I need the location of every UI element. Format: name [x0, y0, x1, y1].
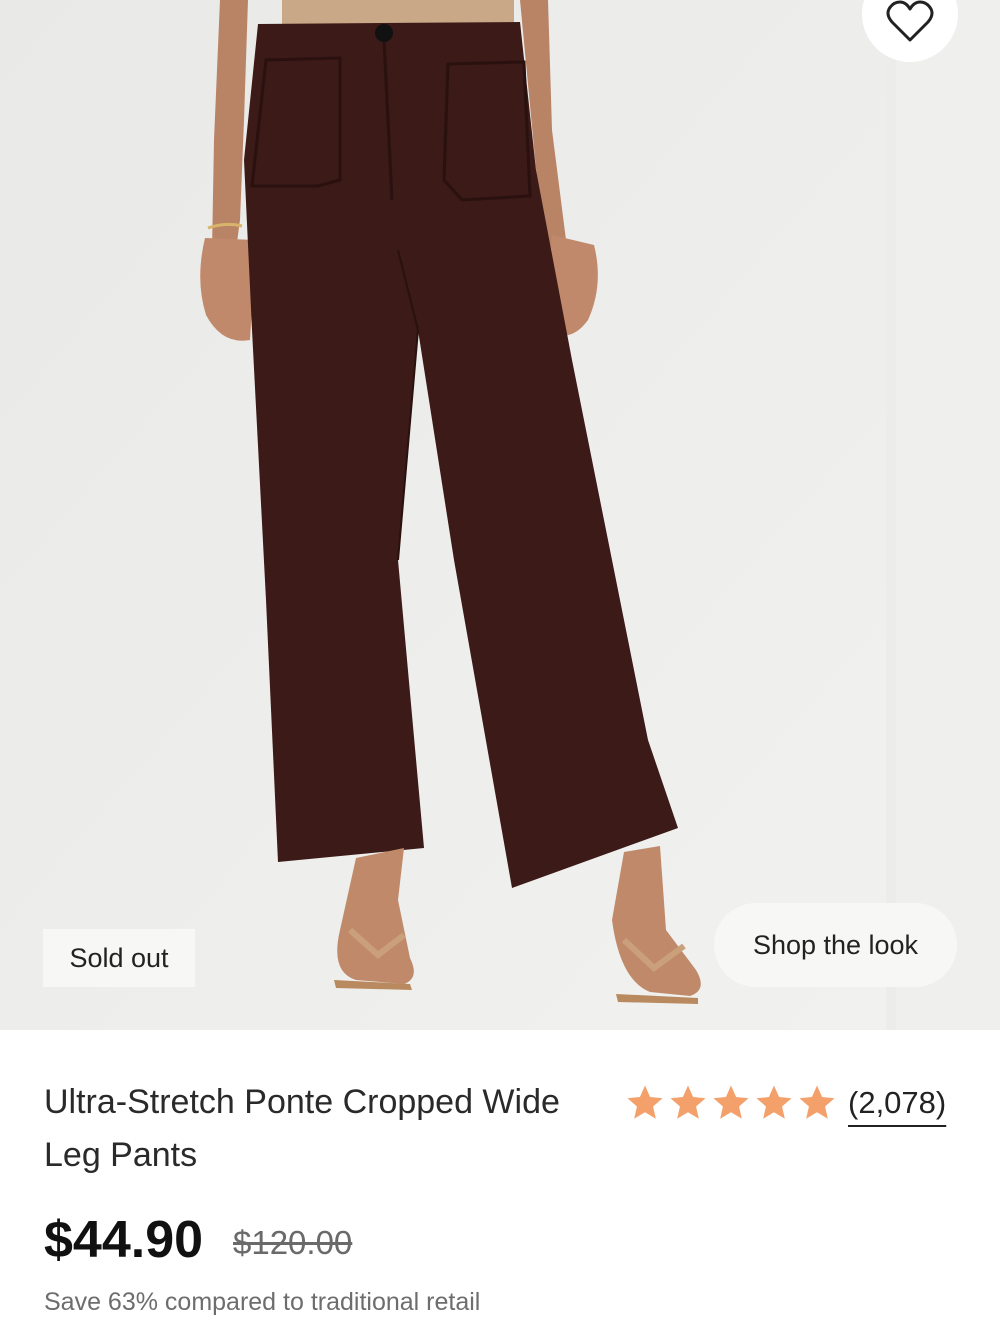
shop-the-look-button[interactable]: Shop the look: [714, 903, 957, 987]
savings-text: Save 63% compared to traditional retail: [44, 1288, 481, 1316]
rating-stars: [624, 1082, 838, 1124]
current-price: $44.90: [44, 1211, 204, 1269]
sold-out-badge: Sold out: [43, 929, 195, 987]
star-icon: [713, 1085, 749, 1119]
heart-icon: [886, 0, 934, 42]
product-photo[interactable]: [0, 0, 886, 1030]
next-image-preview[interactable]: [896, 0, 1000, 1030]
product-rating[interactable]: (2,078): [624, 1078, 946, 1128]
original-price: $120.00: [233, 1224, 353, 1261]
product-image-carousel[interactable]: Sold out Shop the look: [0, 0, 1000, 1030]
review-count-link[interactable]: (2,078): [848, 1085, 946, 1121]
product-title: Ultra-Stretch Ponte Cropped Wide Leg Pan…: [44, 1083, 560, 1174]
star-icon: [799, 1085, 835, 1119]
star-icon: [756, 1085, 792, 1119]
star-icon: [627, 1085, 663, 1119]
star-icon: [670, 1085, 706, 1119]
